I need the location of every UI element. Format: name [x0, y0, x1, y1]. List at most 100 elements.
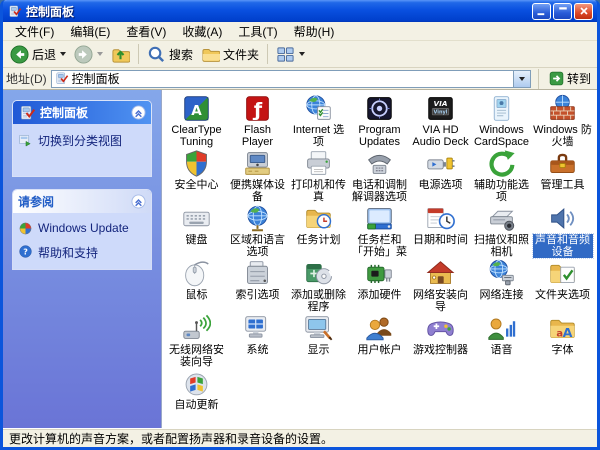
svg-text:?: ? — [23, 247, 28, 256]
item-scheduled-tasks[interactable]: 任务计划 — [288, 204, 349, 259]
item-printers-faxes[interactable]: 打印机和传真 — [288, 149, 349, 204]
regional-language-icon — [243, 204, 272, 233]
toolbar-separator — [267, 44, 269, 64]
toolbar-separator — [138, 44, 140, 64]
item-label: Flash Player — [241, 124, 274, 148]
item-sounds-audio-devices[interactable]: 声音和音频设备 — [531, 204, 594, 259]
menu-item-edit[interactable]: 编辑(E) — [62, 22, 118, 41]
folder-options-icon — [548, 259, 577, 288]
item-label: 区域和语言选项 — [230, 234, 285, 258]
sidebar-link-help-support[interactable]: ? 帮助和支持 — [18, 244, 146, 261]
search-label: 搜索 — [169, 47, 194, 62]
scanners-cameras-icon — [487, 204, 516, 233]
menu-item-help[interactable]: 帮助(H) — [286, 22, 343, 41]
item-add-hardware[interactable]: 添加硬件 — [349, 259, 410, 314]
address-label: 地址(D) — [6, 72, 47, 86]
title-bar[interactable]: 控制面板 — [3, 0, 597, 22]
flash-player-icon: ƒ — [243, 94, 272, 123]
menu-item-file[interactable]: 文件(F) — [7, 22, 62, 41]
item-accessibility-options[interactable]: 辅助功能选项 — [471, 149, 532, 204]
go-label: 转到 — [566, 72, 591, 86]
item-label: 任务栏和「开始」菜单 — [352, 234, 407, 258]
item-regional-language-options[interactable]: 区域和语言选项 — [227, 204, 288, 259]
item-label: 文件夹选项 — [535, 289, 590, 301]
chevron-up-icon[interactable] — [131, 105, 146, 120]
item-indexing-options[interactable]: 索引选项 — [227, 259, 288, 314]
phone-modem-icon — [365, 149, 394, 178]
item-label: 无线网络安装向导 — [169, 344, 224, 368]
add-hardware-icon — [365, 259, 394, 288]
folders-button[interactable]: 文件夹 — [198, 44, 262, 65]
item-via-hd-audio-deck[interactable]: VIA Vinyl VIA HD Audio Deck — [410, 94, 471, 149]
menu-item-tools[interactable]: 工具(T) — [230, 22, 285, 41]
sidebar: 控制面板切换到分类视图请参阅 Windows Update ? 帮助和支持 — [3, 90, 161, 428]
address-dropdown-button[interactable] — [512, 70, 530, 87]
item-phone-modem-options[interactable]: 电话和调制解调器选项 — [349, 149, 410, 204]
search-button[interactable]: 搜索 — [144, 44, 196, 65]
item-user-accounts[interactable]: 用户帐户 — [349, 314, 410, 369]
item-windows-cardspace[interactable]: Windows CardSpace — [471, 94, 532, 149]
item-taskbar-start-menu[interactable]: 任务栏和「开始」菜单 — [349, 204, 410, 259]
security-center-icon — [182, 149, 211, 178]
item-add-remove-programs[interactable]: 添加或删除程序 — [288, 259, 349, 314]
maximize-button[interactable] — [553, 2, 572, 20]
item-scanners-cameras[interactable]: 扫描仪和照相机 — [471, 204, 532, 259]
address-value: 控制面板 — [71, 72, 120, 86]
back-button[interactable]: 后退 — [7, 44, 69, 65]
item-program-updates[interactable]: Program Updates — [349, 94, 410, 149]
item-display[interactable]: 显示 — [288, 314, 349, 369]
item-cleartype-tuning[interactable]: A ClearType Tuning — [166, 94, 227, 149]
internet-options-icon — [304, 94, 333, 123]
item-internet-options[interactable]: Internet 选项 — [288, 94, 349, 149]
admin-tools-icon — [548, 149, 577, 178]
system-icon — [243, 314, 272, 343]
item-date-time[interactable]: 日期和时间 — [410, 204, 471, 259]
chevron-down-icon — [519, 76, 526, 81]
close-button[interactable] — [574, 2, 593, 20]
sidebar-link-label: 切换到分类视图 — [38, 134, 123, 148]
item-administrative-tools[interactable]: 管理工具 — [532, 149, 593, 204]
item-game-controllers[interactable]: 游戏控制器 — [410, 314, 471, 369]
fonts-icon: aA — [548, 314, 577, 343]
chevron-up-icon[interactable] — [131, 194, 146, 209]
up-folder-icon — [111, 45, 131, 64]
item-label: 系统 — [246, 344, 269, 356]
item-fonts[interactable]: a A 字体 — [532, 314, 593, 369]
item-label: 网络连接 — [479, 289, 524, 301]
forward-button[interactable] — [71, 44, 106, 65]
item-wireless-network-setup-wizard[interactable]: 无线网络安装向导 — [166, 314, 227, 369]
item-power-options[interactable]: 电源选项 — [410, 149, 471, 204]
back-dropdown-icon[interactable] — [60, 52, 67, 56]
item-keyboard[interactable]: 键盘 — [166, 204, 227, 259]
item-label: 网络安装向导 — [413, 289, 468, 313]
sidebar-link-windows-update[interactable]: Windows Update — [18, 221, 146, 236]
panel-header-see-also[interactable]: 请参阅 — [13, 190, 151, 213]
user-accounts-icon — [365, 314, 394, 343]
item-network-setup-wizard[interactable]: 网络安装向导 — [410, 259, 471, 314]
views-dropdown-icon[interactable] — [299, 52, 306, 56]
printers-faxes-icon — [304, 149, 333, 178]
item-label: 自动更新 — [174, 399, 219, 411]
up-button[interactable] — [108, 44, 133, 65]
item-flash-player[interactable]: ƒ Flash Player — [227, 94, 288, 149]
menu-item-view[interactable]: 查看(V) — [118, 22, 174, 41]
menu-item-favorites[interactable]: 收藏(A) — [174, 22, 230, 41]
item-folder-options[interactable]: 文件夹选项 — [532, 259, 593, 314]
item-network-connections[interactable]: 网络连接 — [471, 259, 532, 314]
item-label: Windows CardSpace — [473, 124, 530, 148]
go-button[interactable]: 转到 — [546, 69, 594, 88]
item-security-center[interactable]: 安全中心 — [166, 149, 227, 204]
sidebar-link-label: Windows Update — [38, 221, 129, 235]
minimize-button[interactable] — [532, 2, 551, 20]
item-speech[interactable]: 语音 — [471, 314, 532, 369]
item-system[interactable]: 系统 — [227, 314, 288, 369]
item-windows-firewall[interactable]: Windows 防火墙 — [532, 94, 593, 149]
forward-dropdown-icon[interactable] — [97, 52, 104, 56]
item-automatic-updates[interactable]: 自动更新 — [166, 369, 227, 424]
item-portable-media-devices[interactable]: 便携媒体设备 — [227, 149, 288, 204]
item-mouse[interactable]: 鼠标 — [166, 259, 227, 314]
views-button[interactable] — [273, 44, 308, 65]
panel-header-control-panel[interactable]: 控制面板 — [13, 101, 151, 124]
sidebar-link-switch-view[interactable]: 切换到分类视图 — [18, 132, 146, 149]
address-combo[interactable]: 控制面板 — [50, 69, 531, 88]
